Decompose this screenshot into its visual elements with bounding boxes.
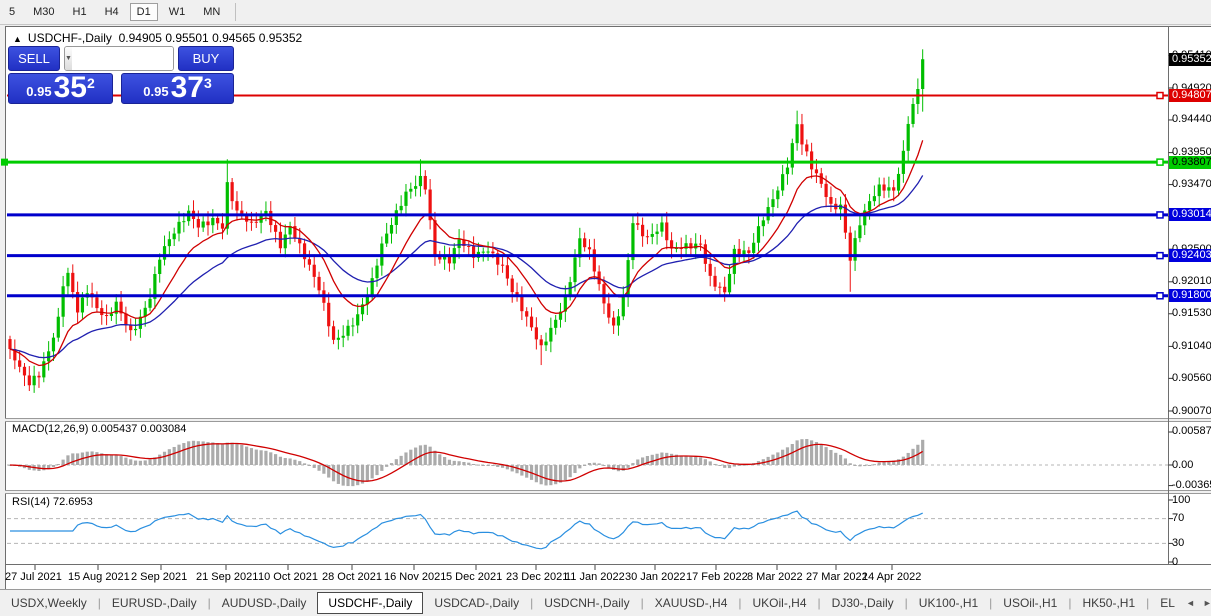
sell-price-big: 35 [54,74,87,102]
lot-size-box: ▼ ▲ [64,46,174,71]
buy-price-big: 37 [171,74,204,102]
buy-price-pip: 3 [204,75,212,91]
sell-price-button[interactable]: 0.95 35 2 [8,73,113,104]
hline-handle[interactable] [1157,293,1163,299]
hline-handle[interactable] [1,159,8,166]
buy-price-button[interactable]: 0.95 37 3 [121,73,234,104]
hline-handle[interactable] [1157,253,1163,259]
one-click-trade-panel: SELL ▼ ▲ BUY 0.95 35 2 0.95 37 3 [8,46,234,104]
sell-button[interactable]: SELL [8,46,60,71]
macd-signal-line [10,444,923,482]
hline-handle[interactable] [1157,159,1163,165]
lot-size-input[interactable] [72,47,174,70]
ma-slow-line [10,175,923,357]
rsi-pane [7,519,1168,544]
hline-handle[interactable] [1157,93,1163,99]
lot-decrease-button[interactable]: ▼ [65,47,72,70]
buy-price-small: 0.95 [143,84,168,99]
sell-price-pip: 2 [87,75,95,91]
buy-button[interactable]: BUY [178,46,234,71]
macd-pane [7,439,1168,486]
hline-handle[interactable] [1157,212,1163,218]
ma-fast-line [10,140,923,365]
sell-price-small: 0.95 [26,84,51,99]
